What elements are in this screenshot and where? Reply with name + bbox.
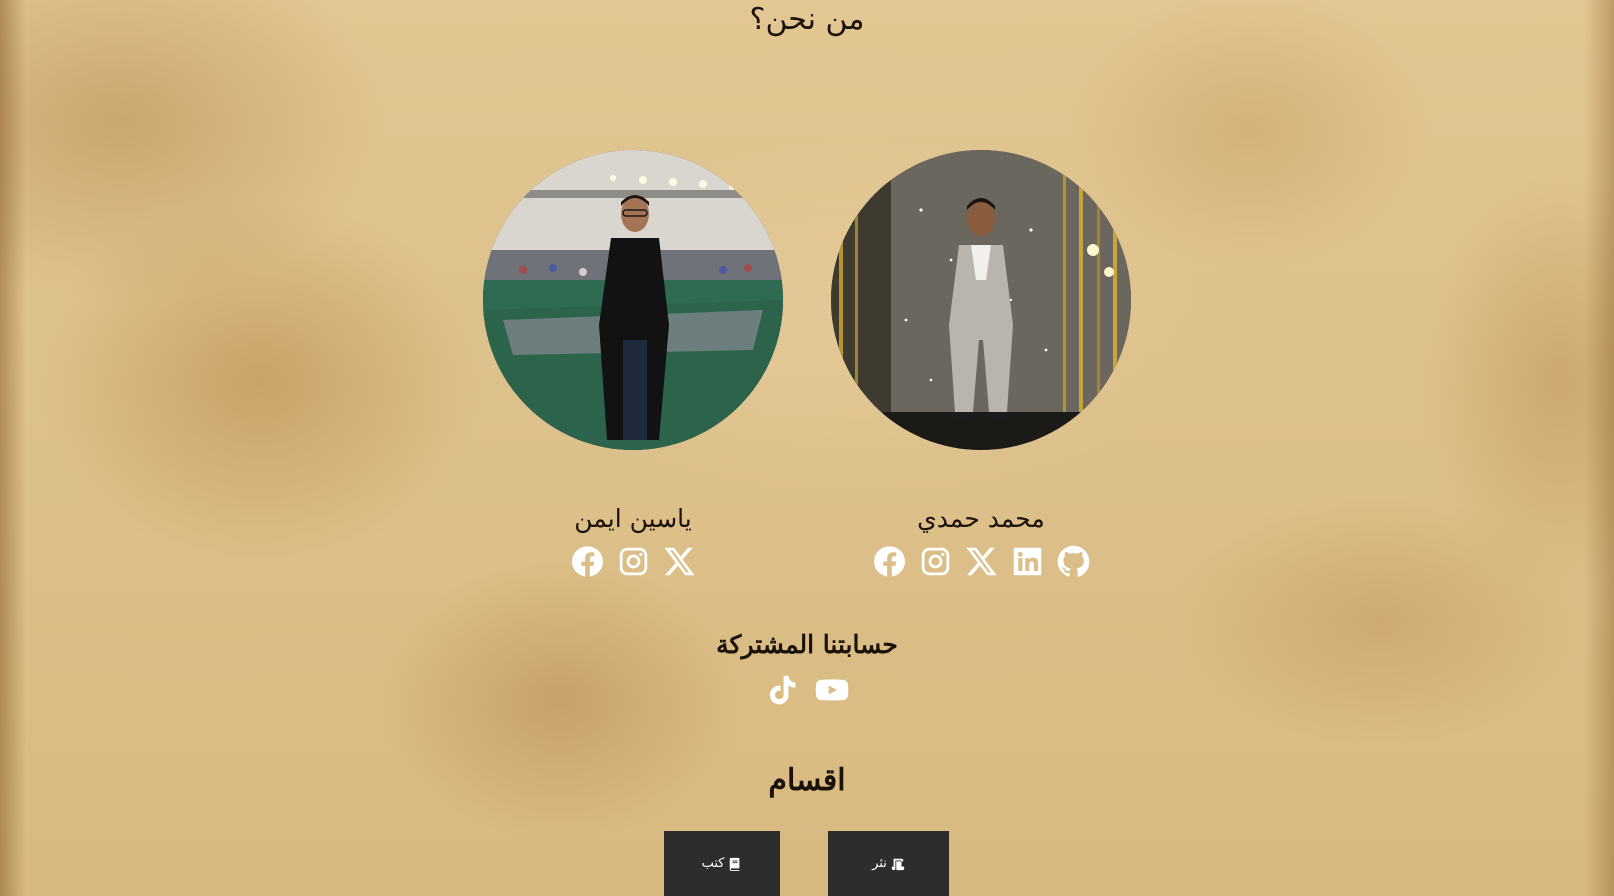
button-label: نثر: [872, 856, 887, 871]
books-section-button[interactable]: كتب: [664, 831, 780, 896]
member-card-mohamed: محمد حمدي: [831, 150, 1131, 578]
youtube-icon[interactable]: [815, 673, 849, 707]
member-name: محمد حمدي: [917, 504, 1045, 533]
facebook-icon[interactable]: [872, 544, 906, 578]
member-photo: [483, 150, 783, 450]
x-icon[interactable]: [964, 544, 998, 578]
member-name: ياسين ايمن: [574, 504, 692, 533]
linkedin-icon[interactable]: [1010, 544, 1044, 578]
shared-socials: [0, 673, 1614, 707]
tiktok-icon[interactable]: [765, 673, 799, 707]
instagram-icon[interactable]: [918, 544, 952, 578]
button-label: كتب: [701, 856, 725, 871]
facebook-icon[interactable]: [570, 544, 604, 578]
member-card-yassin: ياسين ايمن: [483, 150, 783, 578]
scroll-icon: [891, 858, 904, 870]
member-socials: [872, 544, 1090, 578]
sections-title: اقسام: [768, 763, 846, 798]
page-title: من نحن؟: [749, 2, 865, 37]
x-icon[interactable]: [662, 544, 696, 578]
member-photo: [831, 150, 1131, 450]
github-icon[interactable]: [1056, 544, 1090, 578]
prose-section-button[interactable]: نثر: [828, 831, 949, 896]
book-icon: [730, 857, 740, 871]
shared-accounts-title: حسابتنا المشتركة: [716, 630, 898, 659]
member-socials: [570, 544, 696, 578]
instagram-icon[interactable]: [616, 544, 650, 578]
